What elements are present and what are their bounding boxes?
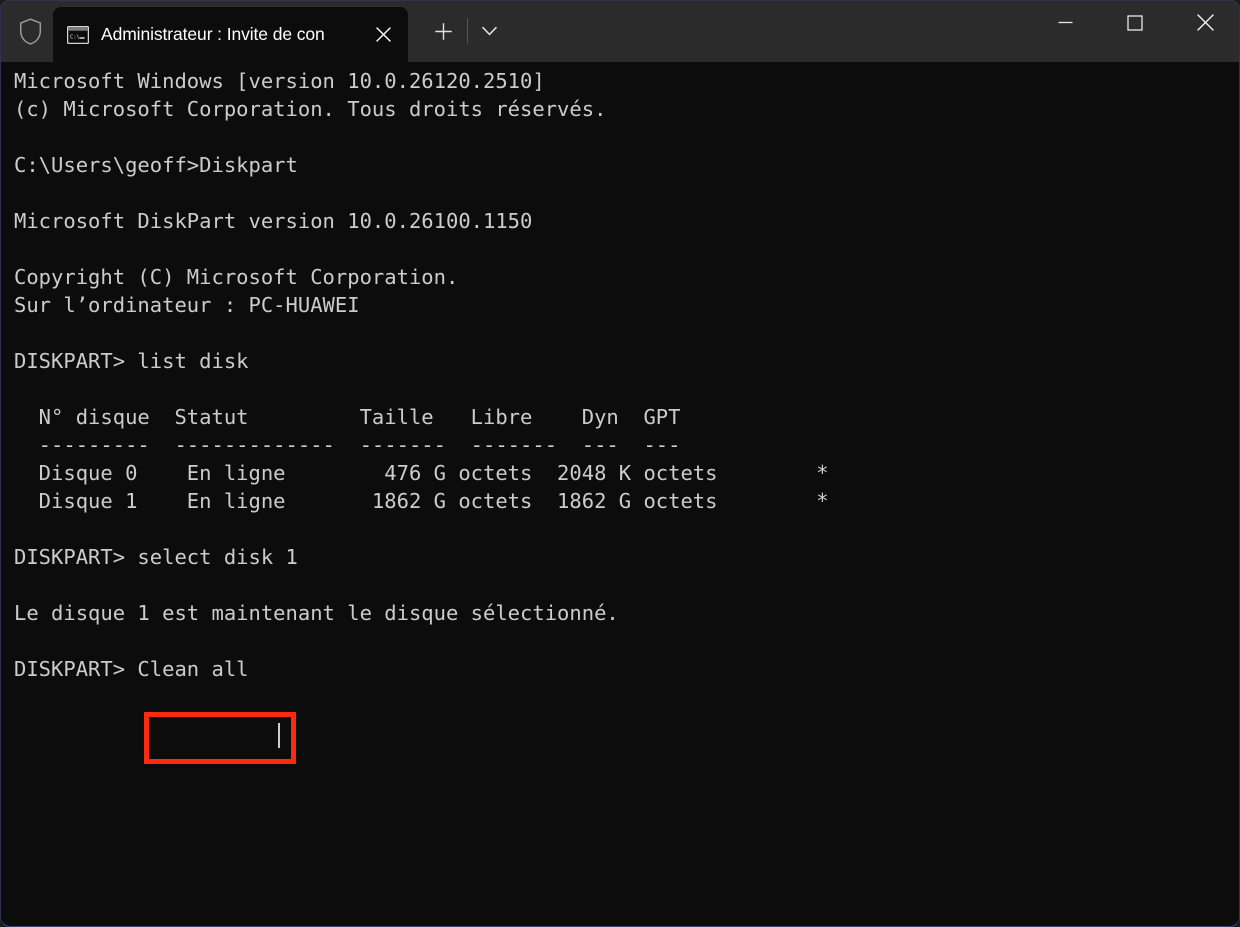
title-bar: C:\ Administrateur : Invite de con [0, 0, 1240, 62]
annotation-highlight-box [144, 712, 296, 764]
tab-close-icon[interactable] [366, 18, 400, 52]
maximize-button[interactable] [1100, 0, 1170, 45]
minimize-button[interactable] [1030, 0, 1100, 45]
shield-icon[interactable] [8, 9, 52, 53]
toolbar-separator [467, 18, 468, 44]
close-window-button[interactable] [1170, 0, 1240, 45]
tab-title: Administrateur : Invite de con [101, 24, 325, 44]
text-cursor [278, 723, 280, 748]
terminal-window: C:\ Administrateur : Invite de con Micro… [0, 0, 1240, 927]
new-tab-button[interactable] [423, 14, 463, 48]
console-output-area[interactable]: Microsoft Windows [version 10.0.26120.25… [1, 62, 1239, 926]
tab-administrateur-invite-de-commandes[interactable]: C:\ Administrateur : Invite de con [53, 7, 408, 62]
svg-text:C:\: C:\ [70, 34, 80, 40]
console-text: Microsoft Windows [version 10.0.26120.25… [14, 69, 829, 681]
console-window-icon: C:\ [66, 25, 90, 44]
chevron-down-icon[interactable] [471, 14, 507, 48]
